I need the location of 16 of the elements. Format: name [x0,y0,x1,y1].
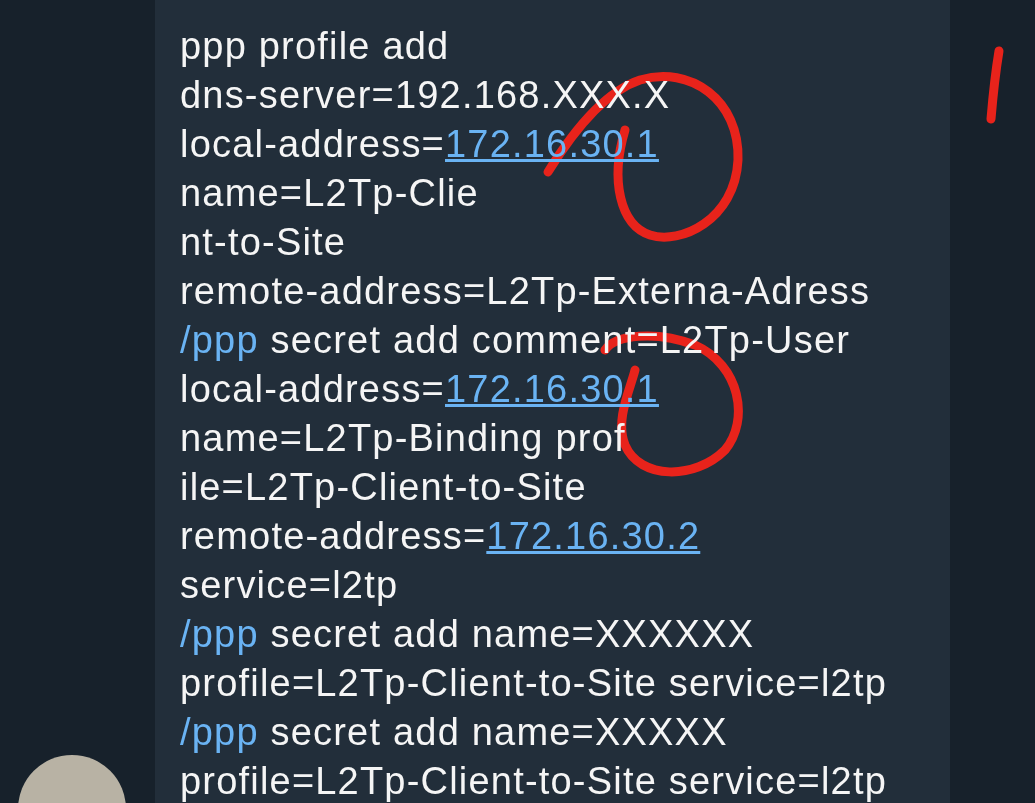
message-line: ppp profile add [180,24,451,69]
message-line: remote-address=172.16.30.2 [180,514,702,559]
command-link[interactable]: /ppp [180,613,259,655]
message-line: name=L2Tp-Clie [180,171,480,216]
message-line: /ppp secret add name=XXXXX [180,710,729,755]
message-line: nt-to-Site [180,220,348,265]
message-line: service=l2tp [180,563,400,608]
annotation-stroke-icon [985,45,1005,125]
message-line: profile=L2Tp-Client-to-Site service=l2tp [180,759,888,803]
message-line: profile=L2Tp-Client-to-Site service=l2tp [180,661,888,706]
command-link[interactable]: /ppp [180,711,259,753]
command-link[interactable]: /ppp [180,319,259,361]
message-line: remote-address=L2Tp-Externa-Adress [180,269,872,314]
ip-link[interactable]: 172.16.30.2 [486,515,701,557]
message-line: ile=L2Tp-Client-to-Site [180,465,588,510]
message-line: /ppp secret add name=XXXXXX [180,612,756,657]
